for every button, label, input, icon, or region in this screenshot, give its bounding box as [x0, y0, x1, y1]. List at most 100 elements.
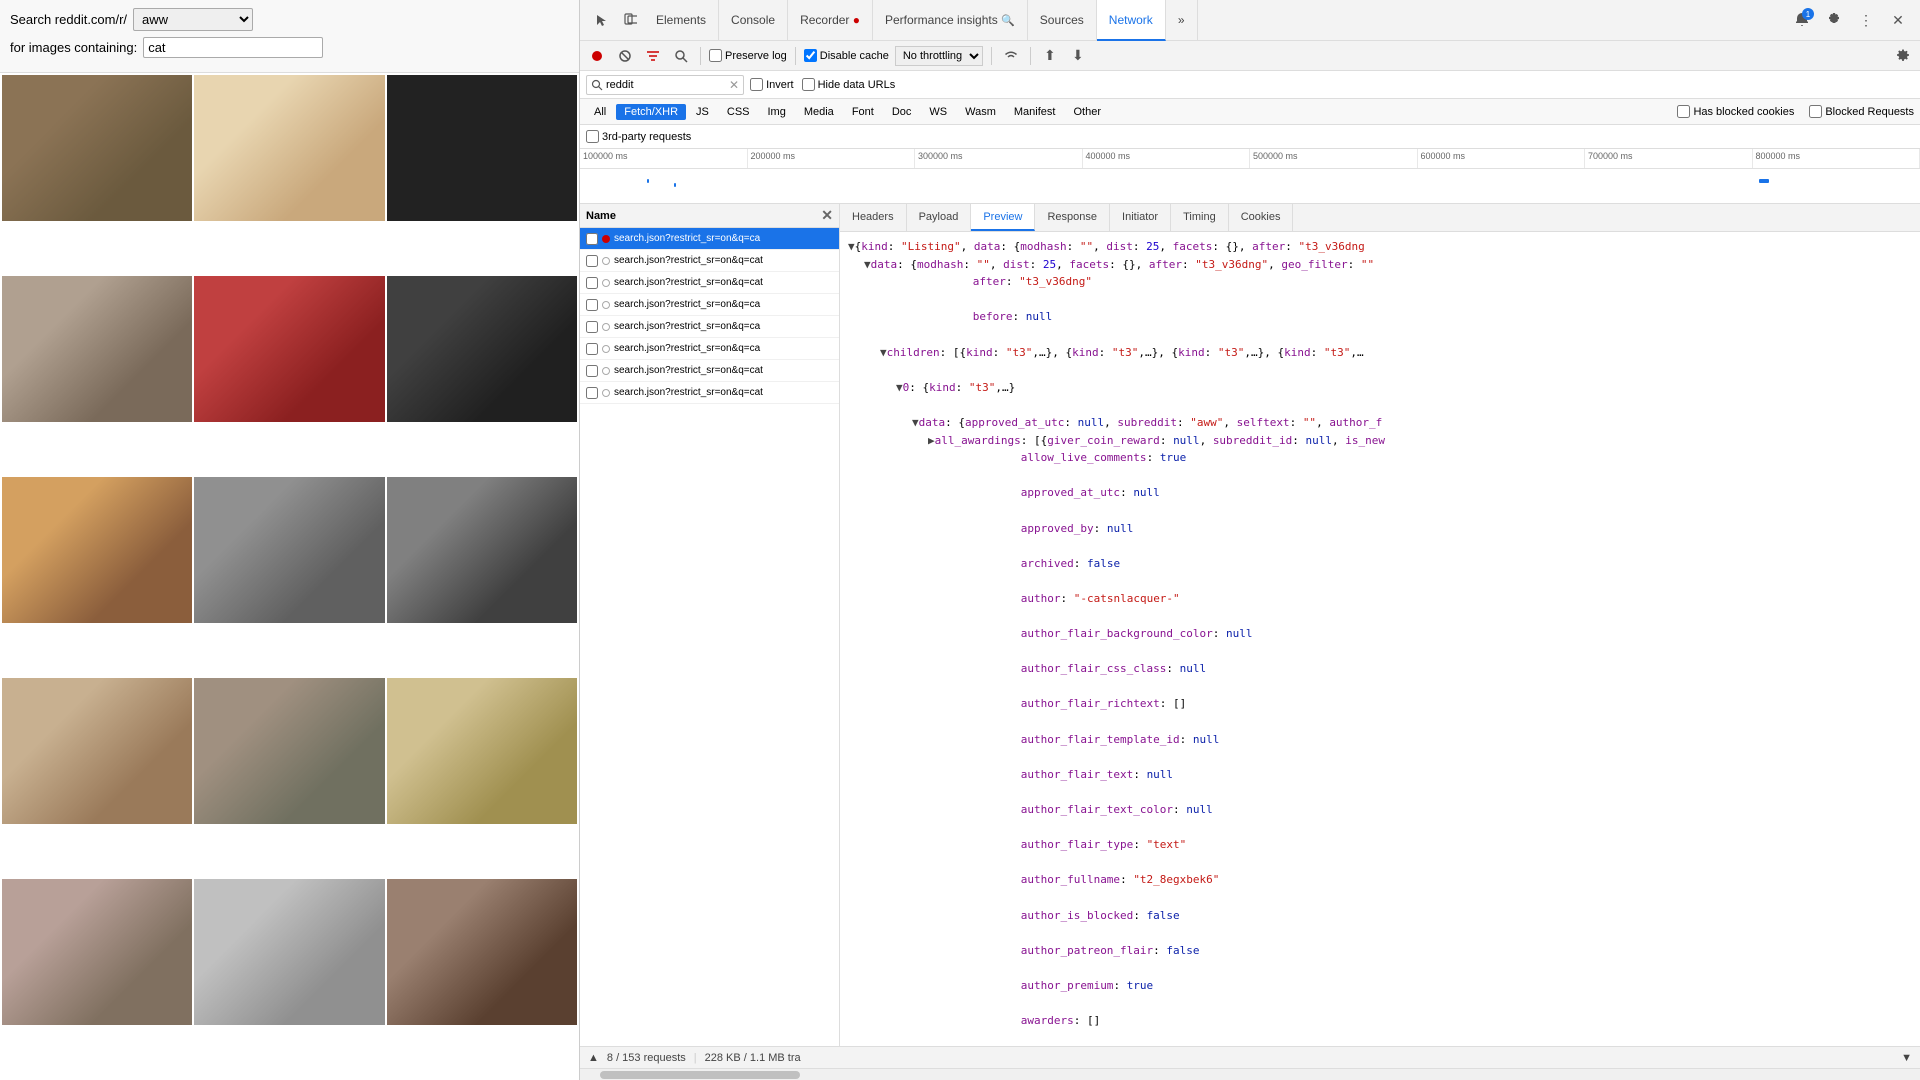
settings-icon[interactable]: [1820, 6, 1848, 34]
collapse-arrow[interactable]: ▼: [880, 344, 887, 362]
search-icon[interactable]: [670, 45, 692, 67]
horizontal-scrollbar[interactable]: [580, 1068, 1920, 1080]
type-filter-img[interactable]: Img: [760, 104, 794, 120]
list-item[interactable]: [2, 477, 192, 623]
request-row[interactable]: search.json?restrict_sr=on&q=cat: [580, 250, 839, 272]
blocked-requests-checkbox[interactable]: [1809, 105, 1822, 118]
type-filter-wasm[interactable]: Wasm: [957, 104, 1004, 120]
tab-elements[interactable]: Elements: [644, 0, 719, 41]
list-item[interactable]: [387, 477, 577, 623]
filter-input[interactable]: [606, 79, 726, 91]
request-checkbox[interactable]: [586, 343, 598, 355]
more-options-icon[interactable]: ⋮: [1852, 6, 1880, 34]
list-item[interactable]: [194, 879, 384, 1025]
tab-sources[interactable]: Sources: [1028, 0, 1097, 41]
request-checkbox[interactable]: [586, 387, 598, 399]
collapse-arrow[interactable]: ▼: [864, 256, 871, 274]
type-filter-manifest[interactable]: Manifest: [1006, 104, 1064, 120]
request-row[interactable]: search.json?restrict_sr=on&q=cat: [580, 382, 839, 404]
list-item[interactable]: [387, 678, 577, 824]
list-item[interactable]: [2, 879, 192, 1025]
cursor-icon[interactable]: [588, 6, 616, 34]
list-item[interactable]: [387, 75, 577, 221]
request-row[interactable]: search.json?restrict_sr=on&q=cat: [580, 360, 839, 382]
tab-network[interactable]: Network: [1097, 0, 1166, 41]
preserve-log-label[interactable]: Preserve log: [709, 49, 787, 62]
tab-more[interactable]: »: [1166, 0, 1198, 41]
third-party-label[interactable]: 3rd-party requests: [586, 130, 691, 143]
type-filter-doc[interactable]: Doc: [884, 104, 920, 120]
request-checkbox[interactable]: [586, 233, 598, 245]
list-item[interactable]: [194, 477, 384, 623]
list-item[interactable]: [194, 276, 384, 422]
request-checkbox[interactable]: [586, 299, 598, 311]
request-checkbox[interactable]: [586, 255, 598, 267]
list-item[interactable]: [194, 678, 384, 824]
tab-recorder[interactable]: Recorder ●: [788, 0, 873, 41]
request-checkbox[interactable]: [586, 277, 598, 289]
request-row[interactable]: search.json?restrict_sr=on&q=ca: [580, 316, 839, 338]
disable-cache-checkbox[interactable]: [804, 49, 817, 62]
list-item[interactable]: [387, 879, 577, 1025]
subreddit-select[interactable]: aww cats dogs: [133, 8, 253, 31]
notifications-badge[interactable]: 1: [1788, 6, 1816, 34]
invert-label[interactable]: Invert: [750, 78, 794, 91]
tab-preview[interactable]: Preview: [971, 204, 1035, 231]
request-row[interactable]: search.json?restrict_sr=on&q=ca: [580, 338, 839, 360]
scroll-thumb[interactable]: [600, 1071, 800, 1079]
invert-checkbox[interactable]: [750, 78, 763, 91]
request-row[interactable]: search.json?restrict_sr=on&q=ca: [580, 294, 839, 316]
tab-initiator[interactable]: Initiator: [1110, 204, 1171, 231]
filter-clear-button[interactable]: ✕: [729, 78, 739, 92]
collapse-arrow[interactable]: ▼: [848, 238, 855, 256]
type-filter-js[interactable]: JS: [688, 104, 717, 120]
list-item[interactable]: [387, 276, 577, 422]
has-blocked-cookies-checkbox[interactable]: [1677, 105, 1690, 118]
image-query-input[interactable]: [143, 37, 323, 58]
tab-cookies[interactable]: Cookies: [1229, 204, 1294, 231]
throttle-select[interactable]: No throttling: [895, 46, 983, 66]
tab-response[interactable]: Response: [1035, 204, 1110, 231]
type-filter-ws[interactable]: WS: [921, 104, 955, 120]
request-checkbox[interactable]: [586, 321, 598, 333]
type-filter-fetchxhr[interactable]: Fetch/XHR: [616, 104, 686, 120]
download-icon[interactable]: ⬇: [1067, 45, 1089, 67]
tab-timing[interactable]: Timing: [1171, 204, 1229, 231]
disable-cache-label[interactable]: Disable cache: [804, 49, 889, 62]
tab-console[interactable]: Console: [719, 0, 788, 41]
hide-data-urls-checkbox[interactable]: [802, 78, 815, 91]
requests-scroll[interactable]: search.json?restrict_sr=on&q=ca search.j…: [580, 228, 839, 1046]
tab-headers[interactable]: Headers: [840, 204, 907, 231]
close-icon[interactable]: ✕: [1884, 6, 1912, 34]
request-row[interactable]: search.json?restrict_sr=on&q=cat: [580, 272, 839, 294]
scroll-down-icon[interactable]: ▼: [1901, 1052, 1912, 1064]
preserve-log-checkbox[interactable]: [709, 49, 722, 62]
list-item[interactable]: [2, 678, 192, 824]
tab-performance[interactable]: Performance insights 🔍: [873, 0, 1028, 41]
network-settings-icon[interactable]: [1892, 45, 1914, 67]
tab-payload[interactable]: Payload: [907, 204, 972, 231]
filter-icon[interactable]: [642, 45, 664, 67]
type-filter-font[interactable]: Font: [844, 104, 882, 120]
collapse-arrow[interactable]: ▼: [896, 379, 903, 397]
close-panel-button[interactable]: ✕: [821, 207, 833, 224]
type-filter-media[interactable]: Media: [796, 104, 842, 120]
filter-input-wrap[interactable]: ✕: [586, 75, 744, 95]
request-checkbox[interactable]: [586, 365, 598, 377]
third-party-checkbox[interactable]: [586, 130, 599, 143]
record-button[interactable]: [586, 45, 608, 67]
clear-button[interactable]: [614, 45, 636, 67]
device-icon[interactable]: [616, 6, 644, 34]
collapse-arrow[interactable]: ▶: [928, 432, 935, 450]
collapse-arrow[interactable]: ▼: [912, 414, 919, 432]
type-filter-all[interactable]: All: [586, 104, 614, 120]
hide-data-urls-label[interactable]: Hide data URLs: [802, 78, 896, 91]
list-item[interactable]: [194, 75, 384, 221]
request-row[interactable]: search.json?restrict_sr=on&q=ca: [580, 228, 839, 250]
list-item[interactable]: [2, 276, 192, 422]
type-filter-css[interactable]: CSS: [719, 104, 758, 120]
type-filter-other[interactable]: Other: [1065, 104, 1109, 120]
list-item[interactable]: [2, 75, 192, 221]
scroll-up-icon[interactable]: ▲: [588, 1052, 599, 1064]
wifi-icon[interactable]: [1000, 45, 1022, 67]
